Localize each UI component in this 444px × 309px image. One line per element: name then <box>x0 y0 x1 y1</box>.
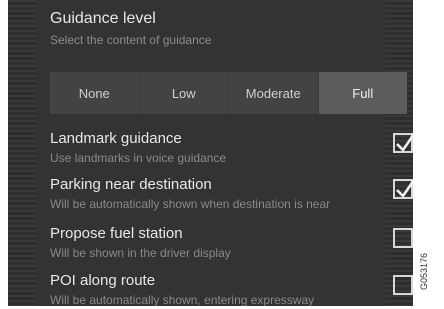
setting-title: Landmark guidance <box>50 130 182 147</box>
left-edge-texture <box>8 0 36 306</box>
setting-title: POI along route <box>50 272 156 289</box>
setting-title: Propose fuel station <box>50 225 183 242</box>
guidance-option-moderate[interactable]: Moderate <box>229 72 319 114</box>
guidance-option-none[interactable]: None <box>50 72 140 114</box>
checkmark-icon <box>396 179 413 199</box>
figure-reference-code: G053176 <box>419 252 429 290</box>
setting-propose-fuel-station[interactable]: Propose fuel station Will be shown in th… <box>50 225 413 265</box>
poi-along-route-checkbox[interactable] <box>393 275 413 295</box>
setting-subtitle: Will be automatically shown, entering ex… <box>50 293 315 306</box>
parking-near-destination-checkbox[interactable] <box>393 179 413 199</box>
setting-parking-near-destination[interactable]: Parking near destination Will be automat… <box>50 176 413 216</box>
setting-poi-along-route[interactable]: POI along route Will be automatically sh… <box>50 272 413 306</box>
guidance-option-low[interactable]: Low <box>140 72 229 114</box>
propose-fuel-station-checkbox[interactable] <box>393 228 413 248</box>
guidance-option-full[interactable]: Full <box>318 72 407 114</box>
setting-subtitle: Use landmarks in voice guidance <box>50 151 227 165</box>
guidance-level-selector: None Low Moderate Full <box>50 72 407 114</box>
landmark-guidance-checkbox[interactable] <box>393 133 413 153</box>
guidance-level-subtitle: Select the content of guidance <box>50 33 212 47</box>
settings-screen: Guidance level Select the content of gui… <box>8 0 413 306</box>
setting-title: Parking near destination <box>50 176 212 193</box>
checkmark-icon <box>396 133 413 153</box>
setting-subtitle: Will be shown in the driver display <box>50 246 231 260</box>
setting-landmark-guidance[interactable]: Landmark guidance Use landmarks in voice… <box>50 130 413 170</box>
setting-subtitle: Will be automatically shown when destina… <box>50 197 331 211</box>
guidance-level-title: Guidance level <box>50 10 156 27</box>
